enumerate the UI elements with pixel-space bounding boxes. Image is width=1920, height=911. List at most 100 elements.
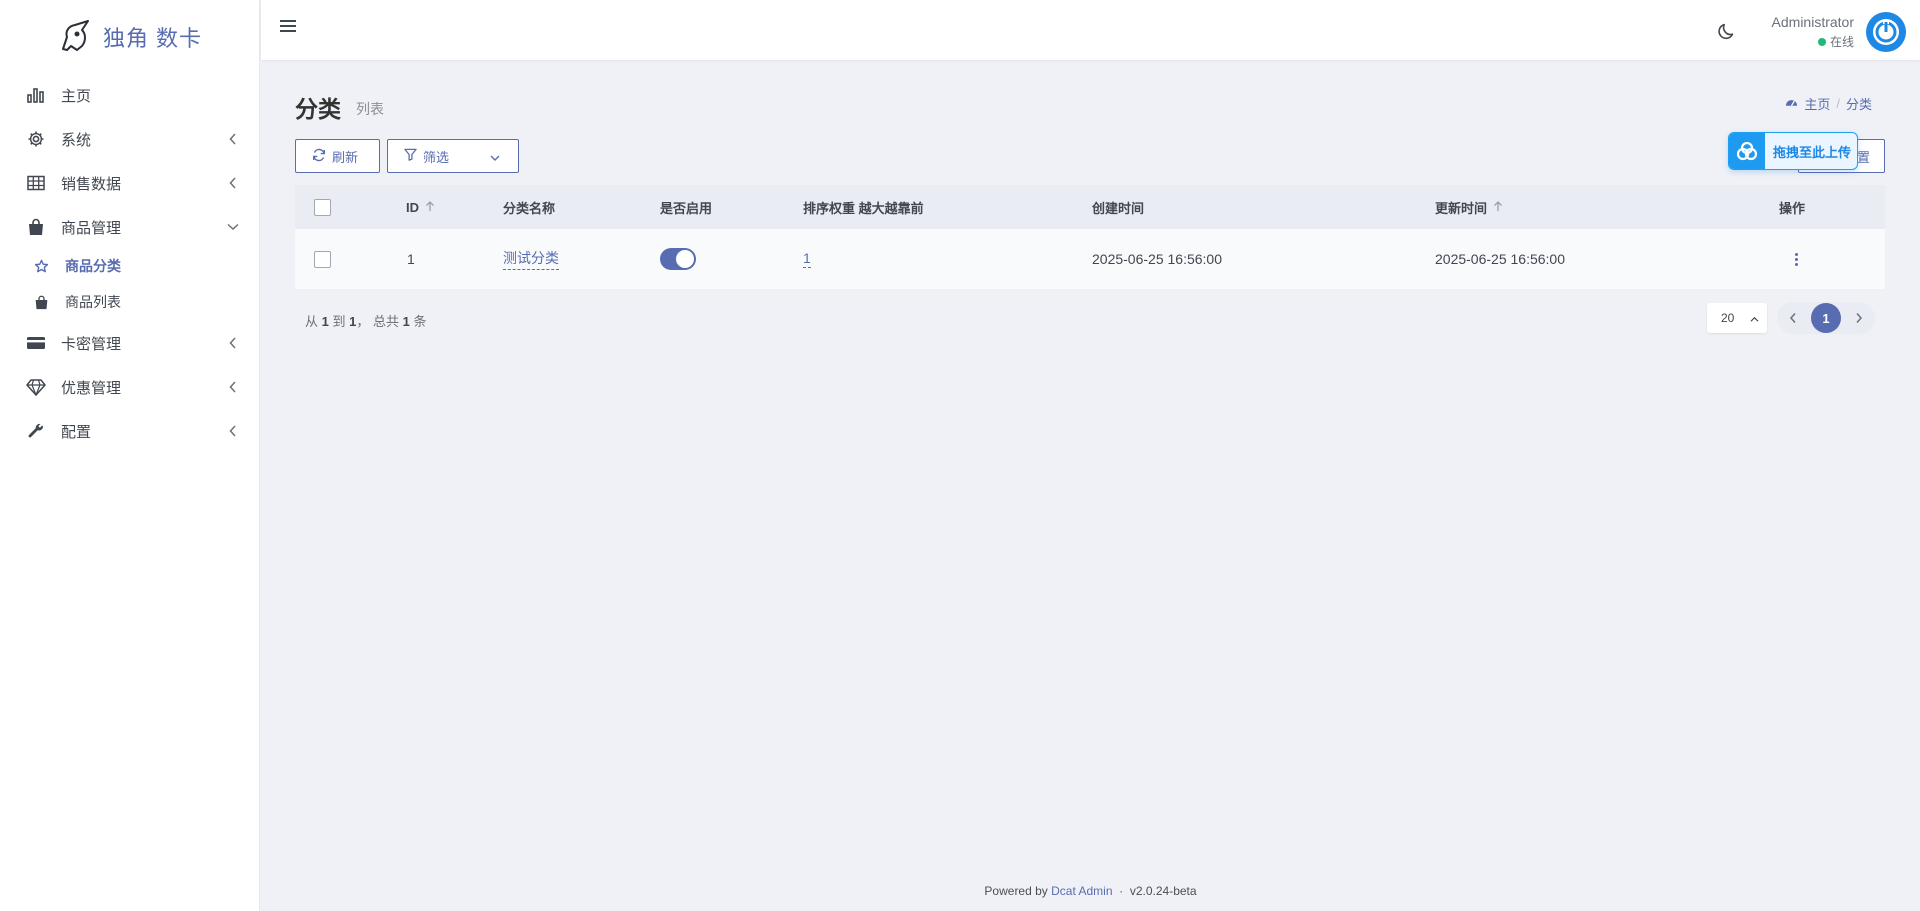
pagination-summary: 从 1 到 1， 总共 1 条 bbox=[305, 311, 427, 330]
summary-total-label: ， 总共 bbox=[356, 314, 399, 329]
footer-powered-by: Powered by bbox=[984, 884, 1048, 898]
cell-id: 1 bbox=[407, 251, 415, 267]
filter-button-label: 筛选 bbox=[423, 149, 450, 165]
column-header-label: 排序权重 越大越靠前 bbox=[803, 200, 924, 216]
chevron-left-icon bbox=[226, 424, 240, 438]
drag-upload-label: 拖拽至此上传 bbox=[1773, 144, 1852, 160]
chevron-left-icon bbox=[226, 336, 240, 350]
unicorn-logo-icon bbox=[57, 19, 93, 56]
refresh-button[interactable]: 刷新 bbox=[295, 139, 380, 173]
cell-order: 1 bbox=[803, 229, 811, 289]
sort-arrow-up-icon[interactable] bbox=[1493, 200, 1503, 215]
cloud-upload-icon bbox=[1729, 133, 1765, 169]
settings-button-label: 置 bbox=[1856, 149, 1870, 165]
drag-upload-widget[interactable]: 拖拽至此上传 bbox=[1728, 132, 1858, 170]
sidebar-item-system[interactable]: 系统 bbox=[0, 117, 260, 161]
wrench-icon bbox=[26, 421, 46, 441]
cell-created: 2025-06-25 16:56:00 bbox=[1092, 251, 1222, 267]
select-all-cell bbox=[314, 185, 331, 229]
moon-icon[interactable] bbox=[1717, 21, 1737, 41]
chevron-left-icon bbox=[226, 176, 240, 190]
table-icon bbox=[26, 173, 46, 193]
previous-page-icon[interactable] bbox=[1781, 306, 1805, 330]
pagination: 1 bbox=[1777, 302, 1875, 334]
top-navbar: Administrator 在线 bbox=[261, 0, 1920, 60]
breadcrumb-current: 分类 bbox=[1845, 97, 1872, 112]
summary-unit: 条 bbox=[413, 314, 427, 329]
chevron-left-icon bbox=[226, 380, 240, 394]
breadcrumb-separator: / bbox=[1836, 96, 1840, 111]
cell-enabled bbox=[660, 229, 696, 289]
chevron-up-icon bbox=[1750, 312, 1759, 326]
column-header-enabled: 是否启用 bbox=[660, 185, 712, 229]
online-status-dot bbox=[1817, 37, 1826, 46]
toggle-knob bbox=[676, 250, 694, 268]
filter-button[interactable]: 筛选 bbox=[387, 139, 519, 173]
star-icon bbox=[32, 257, 50, 275]
sidebar-item-product-management[interactable]: 商品管理 bbox=[0, 205, 260, 249]
sidebar-item-sales-data[interactable]: 销售数据 bbox=[0, 161, 260, 205]
hamburger-menu-icon[interactable] bbox=[279, 18, 299, 38]
filter-icon bbox=[404, 148, 417, 164]
per-page-value: 20 bbox=[1721, 311, 1735, 325]
cell-actions bbox=[1789, 229, 1804, 289]
user-status: 在线 bbox=[1817, 33, 1854, 50]
page-subtitle: 列表 bbox=[356, 101, 384, 117]
page-title: 分类 bbox=[295, 96, 341, 122]
summary-from-label: 从 bbox=[305, 314, 319, 329]
table-header: ID 分类名称 是否启用 排序权重 越大越靠前 创建时间 更新时间 操作 bbox=[295, 185, 1885, 229]
sidebar-item-discount-management[interactable]: 优惠管理 bbox=[0, 365, 260, 409]
sidebar-item-configuration[interactable]: 配置 bbox=[0, 409, 260, 453]
avatar[interactable] bbox=[1866, 12, 1906, 52]
editable-name-link[interactable]: 测试分类 bbox=[503, 248, 559, 270]
editable-order-link[interactable]: 1 bbox=[803, 250, 811, 268]
footer-separator: · bbox=[1119, 884, 1124, 898]
chevron-down-icon bbox=[226, 220, 240, 234]
dashboard-icon bbox=[1785, 96, 1798, 111]
sidebar: 独角 数卡 主页 系统 销售数据 商品管理 商品分类 商品列表 卡密管理 优惠管… bbox=[0, 0, 260, 911]
sort-arrow-up-icon[interactable] bbox=[425, 200, 435, 215]
column-header-label: 创建时间 bbox=[1092, 200, 1145, 216]
column-header-order: 排序权重 越大越靠前 bbox=[803, 185, 924, 229]
sidebar-item-label: 系统 bbox=[61, 131, 92, 149]
row-select-cell bbox=[314, 229, 331, 289]
shopping-bag-icon bbox=[32, 293, 50, 311]
column-header-actions: 操作 bbox=[1779, 185, 1805, 229]
chevron-down-icon[interactable] bbox=[490, 150, 500, 165]
sidebar-item-label: 优惠管理 bbox=[61, 379, 122, 397]
footer-version: v2.0.24-beta bbox=[1129, 884, 1197, 898]
user-name[interactable]: Administrator bbox=[1772, 14, 1854, 30]
cell-updated: 2025-06-25 16:56:00 bbox=[1435, 251, 1565, 267]
page-number-button[interactable]: 1 bbox=[1811, 303, 1841, 333]
table-row: 1 测试分类 1 2025-06-25 16:56:00 2025-06-25 … bbox=[295, 229, 1885, 289]
enabled-toggle-switch[interactable] bbox=[660, 248, 696, 270]
cell-name: 测试分类 bbox=[503, 229, 559, 289]
sidebar-item-home[interactable]: 主页 bbox=[0, 73, 260, 117]
column-header-label: 操作 bbox=[1779, 200, 1806, 216]
row-checkbox[interactable] bbox=[314, 250, 331, 268]
sidebar-subitem-product-category[interactable]: 商品分类 bbox=[0, 248, 260, 284]
summary-to-label: 到 bbox=[332, 314, 346, 329]
select-all-checkbox[interactable] bbox=[314, 198, 331, 216]
user-status-text: 在线 bbox=[1829, 35, 1854, 49]
more-actions-icon[interactable] bbox=[1789, 249, 1804, 270]
shopping-bag-icon bbox=[26, 217, 46, 237]
credit-card-icon bbox=[26, 333, 46, 353]
sidebar-item-label: 商品管理 bbox=[61, 219, 122, 237]
brand[interactable]: 独角 数卡 bbox=[0, 0, 259, 74]
category-table: ID 分类名称 是否启用 排序权重 越大越靠前 创建时间 更新时间 操作 1 测… bbox=[295, 185, 1885, 289]
gear-icon bbox=[26, 129, 46, 149]
breadcrumb-home-link[interactable]: 主页 bbox=[1804, 94, 1830, 113]
sidebar-item-label: 主页 bbox=[61, 87, 92, 105]
per-page-select[interactable]: 20 bbox=[1707, 303, 1767, 333]
column-header-name: 分类名称 bbox=[503, 185, 555, 229]
column-header-updated[interactable]: 更新时间 bbox=[1435, 185, 1503, 229]
next-page-icon[interactable] bbox=[1847, 306, 1871, 330]
refresh-button-label: 刷新 bbox=[332, 149, 359, 165]
sidebar-item-label: 销售数据 bbox=[61, 175, 122, 193]
column-header-created: 创建时间 bbox=[1092, 185, 1144, 229]
footer-dcat-admin-link[interactable]: Dcat Admin bbox=[1051, 884, 1112, 898]
sidebar-item-card-management[interactable]: 卡密管理 bbox=[0, 321, 260, 365]
sidebar-subitem-product-list[interactable]: 商品列表 bbox=[0, 284, 260, 320]
column-header-id[interactable]: ID bbox=[406, 185, 435, 229]
